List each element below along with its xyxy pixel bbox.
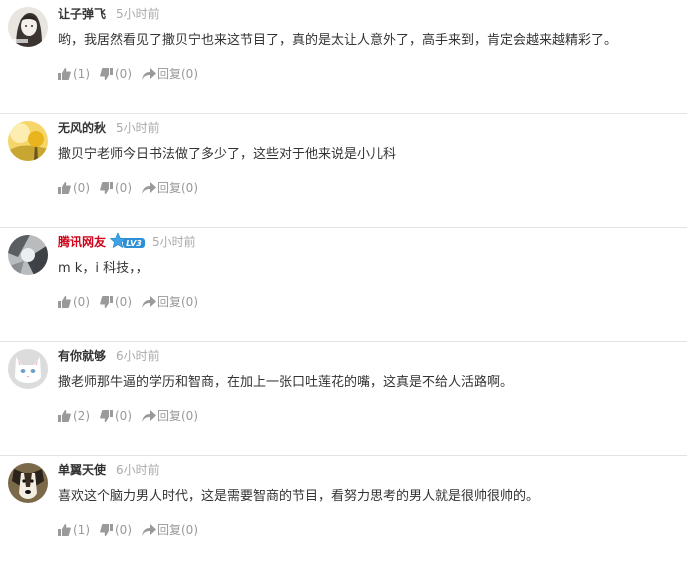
comment-text: 喜欢这个脑力男人时代，这是需要智商的节目，看努力思考的男人就是很帅很帅的。 (58, 489, 540, 504)
reply-button[interactable]: 回复(0) (142, 293, 198, 310)
avatar[interactable] (8, 463, 48, 503)
reply-label: 回复(0) (157, 523, 198, 537)
comment-actions: (1) (0) 回复(0) (58, 65, 208, 82)
comment-actions: (0) (0) 回复(0) (58, 293, 208, 310)
thumbs-up-icon (58, 181, 71, 194)
reply-label: 回复(0) (157, 409, 198, 423)
reply-arrow-icon (142, 295, 156, 308)
like-button[interactable]: (1) (58, 523, 90, 537)
thumbs-down-icon (100, 67, 113, 80)
star-level-icon: LV3 (110, 232, 146, 249)
username[interactable]: 无风的秋 (58, 119, 106, 136)
dislike-count: (0) (115, 408, 132, 423)
reply-button[interactable]: 回复(0) (142, 407, 198, 424)
thumbs-down-icon (100, 295, 113, 308)
thumbs-up-icon (58, 67, 71, 80)
reply-label: 回复(0) (157, 67, 198, 81)
reply-label: 回复(0) (157, 181, 198, 195)
timestamp: 5小时前 (152, 234, 196, 249)
dislike-count: (0) (115, 522, 132, 537)
avatar[interactable] (8, 121, 48, 161)
reply-button[interactable]: 回复(0) (142, 179, 198, 196)
dislike-button[interactable]: (0) (100, 295, 132, 309)
like-button[interactable]: (0) (58, 295, 90, 309)
comment-item: 无风的秋 5小时前 撒贝宁老师今日书法做了多少了，这些对于他来说是小儿科 (0)… (0, 114, 687, 228)
dislike-button[interactable]: (0) (100, 67, 132, 81)
comment-actions: (0) (0) 回复(0) (58, 179, 208, 196)
timestamp: 5小时前 (116, 6, 160, 21)
like-button[interactable]: (1) (58, 67, 90, 81)
timestamp: 6小时前 (116, 462, 160, 477)
username[interactable]: 有你就够 (58, 347, 106, 364)
level-badge: LV3 (110, 232, 146, 250)
comment-item: 有你就够 6小时前 撒老师那牛逼的学历和智商，在加上一张口吐莲花的嘴，这真是不给… (0, 342, 687, 456)
username[interactable]: 腾讯网友 (58, 233, 106, 250)
dislike-count: (0) (115, 66, 132, 81)
avatar[interactable] (8, 349, 48, 389)
like-count: (2) (73, 408, 90, 423)
comment-text: 哟，我居然看见了撒贝宁也来这节目了，真的是太让人意外了，高手来到，肯定会越来越精… (58, 33, 618, 48)
avatar[interactable] (8, 235, 48, 275)
comment-list: 让子弹飞 5小时前 哟，我居然看见了撒贝宁也来这节目了，真的是太让人意外了，高手… (0, 0, 687, 570)
reply-button[interactable]: 回复(0) (142, 65, 198, 82)
thumbs-down-icon (100, 181, 113, 194)
comment-item: 单翼天使 6小时前 喜欢这个脑力男人时代，这是需要智商的节目，看努力思考的男人就… (0, 456, 687, 570)
thumbs-down-icon (100, 409, 113, 422)
dislike-button[interactable]: (0) (100, 523, 132, 537)
reply-label: 回复(0) (157, 295, 198, 309)
like-count: (0) (73, 180, 90, 195)
timestamp: 6小时前 (116, 348, 160, 363)
timestamp: 5小时前 (116, 120, 160, 135)
comment-item: 让子弹飞 5小时前 哟，我居然看见了撒贝宁也来这节目了，真的是太让人意外了，高手… (0, 0, 687, 114)
like-button[interactable]: (2) (58, 409, 90, 423)
like-count: (1) (73, 522, 90, 537)
comment-text: 撒贝宁老师今日书法做了多少了，这些对于他来说是小儿科 (58, 147, 397, 162)
avatar-white-cat-icon (8, 349, 48, 389)
comment-text: 撒老师那牛逼的学历和智商，在加上一张口吐莲花的嘴，这真是不给人活路啊。 (58, 375, 514, 390)
thumbs-up-icon (58, 523, 71, 536)
thumbs-up-icon (58, 409, 71, 422)
avatar-dog-icon (8, 463, 48, 503)
avatar-gray-abstract-icon (8, 235, 48, 275)
thumbs-down-icon (100, 523, 113, 536)
reply-arrow-icon (142, 181, 156, 194)
avatar-girl-sketch-icon (8, 7, 48, 47)
username[interactable]: 单翼天使 (58, 461, 106, 478)
comment-actions: (1) (0) 回复(0) (58, 521, 208, 538)
reply-arrow-icon (142, 409, 156, 422)
dislike-count: (0) (115, 180, 132, 195)
avatar-yellow-tree-icon (8, 121, 48, 161)
avatar[interactable] (8, 7, 48, 47)
comment-text: m k，i 科技，， (58, 261, 149, 276)
dislike-count: (0) (115, 294, 132, 309)
reply-arrow-icon (142, 523, 156, 536)
reply-button[interactable]: 回复(0) (142, 521, 198, 538)
username[interactable]: 让子弹飞 (58, 5, 106, 22)
badge-text: LV3 (126, 239, 142, 248)
reply-arrow-icon (142, 67, 156, 80)
thumbs-up-icon (58, 295, 71, 308)
comment-item: 腾讯网友 LV3 5小时前 m k，i 科技，， (0) (0) 回复(0) (0, 228, 687, 342)
comment-actions: (2) (0) 回复(0) (58, 407, 208, 424)
dislike-button[interactable]: (0) (100, 181, 132, 195)
dislike-button[interactable]: (0) (100, 409, 132, 423)
like-count: (0) (73, 294, 90, 309)
like-count: (1) (73, 66, 90, 81)
like-button[interactable]: (0) (58, 181, 90, 195)
